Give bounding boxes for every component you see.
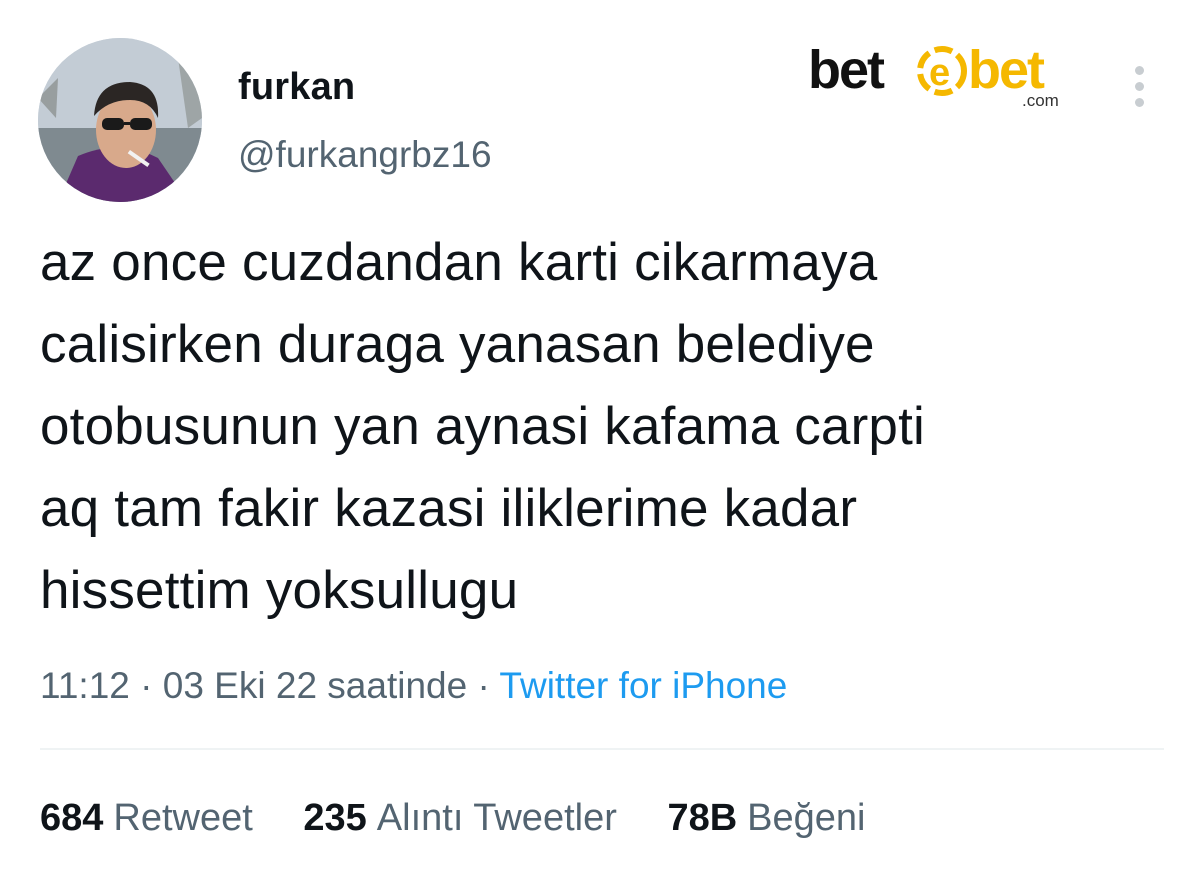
meta-separator: ·	[477, 665, 490, 706]
retweets-label: Retweet	[113, 797, 253, 839]
tweet-text-line: aq tam fakir kazasi iliklerime kadar	[40, 479, 858, 538]
tweet-text-line: calisirken duraga yanasan belediye	[40, 315, 875, 374]
tweet-text-line: az once cuzdandan karti cikarmaya	[40, 233, 878, 292]
tweet-date[interactable]: 03 Eki 22 saatinde	[163, 665, 467, 706]
divider	[40, 748, 1164, 750]
quote-tweets-label: Alıntı Tweetler	[376, 797, 617, 839]
betebet-logo: bet e bet .com	[808, 32, 1080, 116]
tweet-text: az once cuzdandan karti cikarmaya calisi…	[40, 222, 1170, 632]
display-name[interactable]: furkan	[238, 66, 355, 109]
quote-tweets-count: 235	[303, 797, 367, 839]
svg-text:.com: .com	[1022, 91, 1059, 110]
retweets-stat[interactable]: 684 Retweet	[40, 797, 253, 840]
tweet-text-line: otobusunun yan aynasi kafama carpti	[40, 397, 925, 456]
more-vertical-icon[interactable]	[1128, 66, 1150, 114]
tweet-text-line: hissettim yoksullugu	[40, 561, 519, 620]
tweet-time[interactable]: 11:12	[40, 665, 130, 706]
svg-text:e: e	[929, 52, 950, 94]
tweet-source-link[interactable]: Twitter for iPhone	[499, 665, 787, 706]
user-handle[interactable]: @furkangrbz16	[238, 134, 492, 176]
brand-logo-graphic: bet e bet .com	[808, 40, 1059, 110]
likes-stat[interactable]: 78B Beğeni	[667, 797, 865, 840]
meta-separator: ·	[140, 665, 153, 706]
likes-label: Beğeni	[747, 797, 866, 839]
retweets-count: 684	[40, 797, 104, 839]
tweet-meta: 11:12 · 03 Eki 22 saatinde · Twitter for…	[40, 665, 787, 707]
tweet-stats: 684 Retweet 235 Alıntı Tweetler 78B Beğeni	[40, 797, 905, 840]
avatar[interactable]	[38, 38, 202, 202]
tweet-card: furkan @furkangrbz16 bet e bet .com az o…	[0, 0, 1200, 895]
avatar-photo	[38, 38, 202, 202]
svg-text:bet: bet	[808, 40, 885, 100]
likes-count: 78B	[667, 797, 738, 839]
quote-tweets-stat[interactable]: 235 Alıntı Tweetler	[303, 797, 617, 840]
